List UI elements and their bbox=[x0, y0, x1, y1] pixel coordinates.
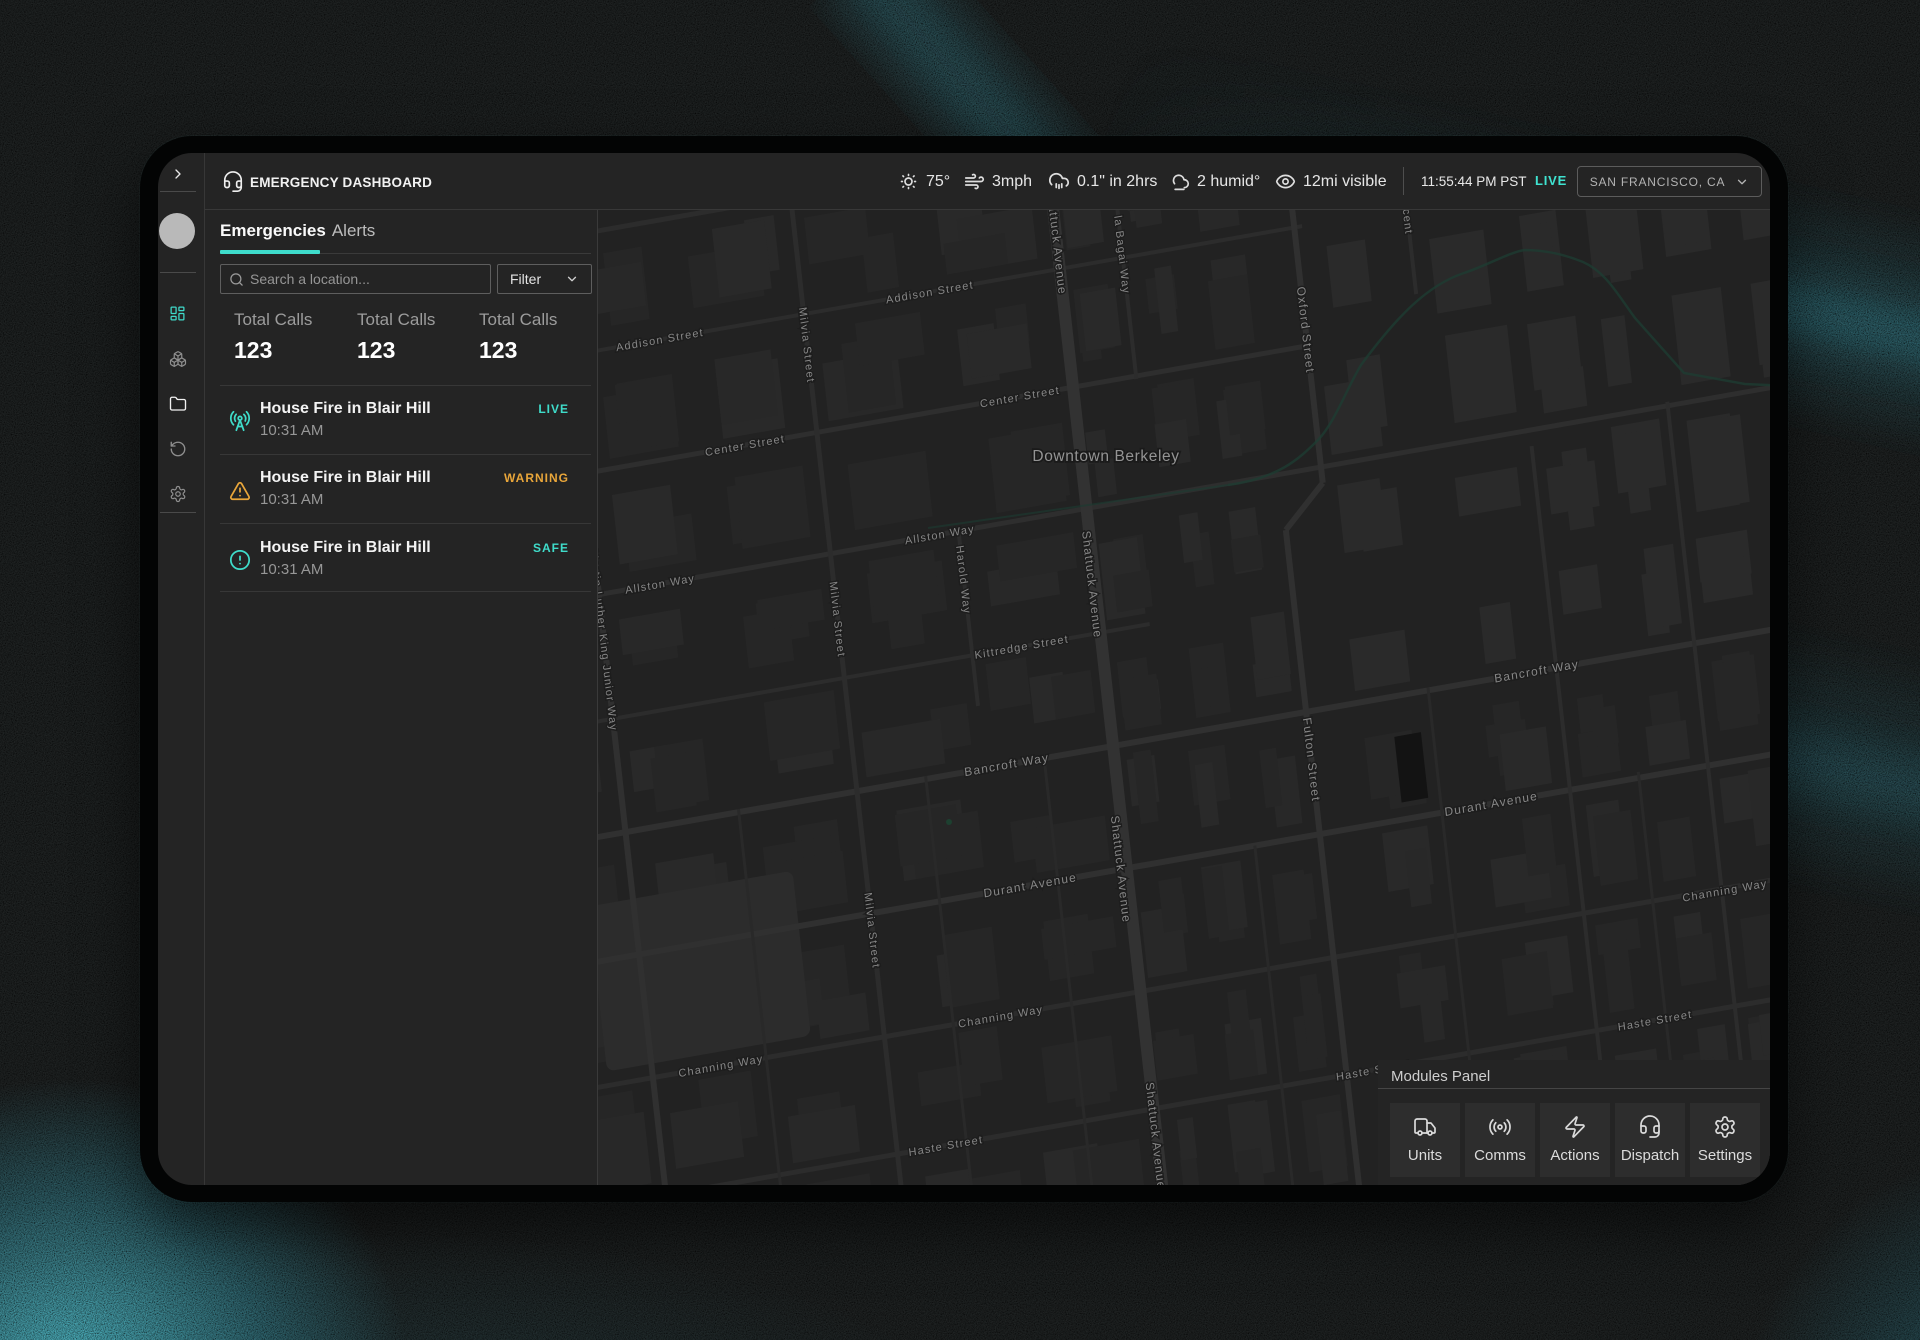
svg-text:Downtown Berkeley: Downtown Berkeley bbox=[1032, 448, 1179, 465]
